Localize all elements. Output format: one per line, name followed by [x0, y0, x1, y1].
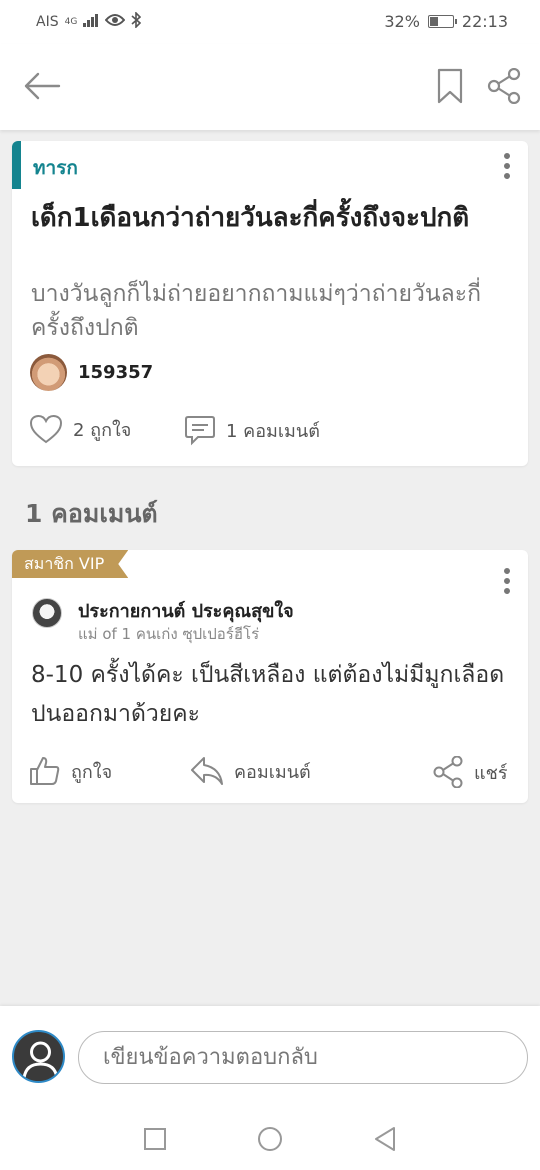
carrier-label: AIS: [36, 14, 59, 30]
comments-heading: 1 คอมเมนต์: [25, 499, 158, 528]
vip-badge: สมาชิก VIP: [12, 550, 128, 578]
battery-percent: 32%: [384, 12, 420, 31]
comment-more-button[interactable]: [500, 566, 514, 596]
category-accent-bar: [12, 141, 21, 189]
app-header: [0, 44, 540, 130]
more-dot: [504, 578, 510, 584]
recents-button[interactable]: [140, 1124, 170, 1154]
status-right: 32% 22:13: [384, 12, 508, 31]
author-name[interactable]: 159357: [78, 362, 153, 383]
more-dot: [504, 588, 510, 594]
thumbs-up-icon: [30, 757, 60, 785]
reply-bar: [0, 1006, 540, 1108]
signal-icon: [83, 13, 99, 31]
heart-icon: [29, 414, 63, 444]
commenter-subtitle: แม่ of 1 คนเก่ง ซุปเปอร์ฮีโร่: [78, 625, 260, 643]
comment-like-button[interactable]: ถูกใจ: [29, 756, 112, 786]
post-like-button[interactable]: 2 ถูกใจ: [29, 414, 131, 444]
comment-text: 8-10 ครั้งได้คะ เป็นสีเหลือง แต่ต้องไม่ม…: [31, 662, 505, 727]
comment-like-label: ถูกใจ: [71, 761, 113, 783]
post-body: บางวันลูกก็ไม่ถ่ายอยากถามแม่ๆว่าถ่ายวันล…: [31, 281, 482, 341]
bluetooth-icon: [131, 11, 142, 32]
circle-icon: [258, 1127, 282, 1151]
comment-share-label: แชร์: [474, 762, 508, 784]
bookmark-icon: [437, 68, 463, 104]
post-card: ทารก เด็ก1เดือนกว่าถ่ายวันละกี่ครั้งถึงจ…: [12, 141, 528, 466]
post-comment-label: 1 คอมเมนต์: [226, 420, 320, 442]
comment-reply-label: คอมเมนต์: [234, 761, 311, 783]
back-nav-button[interactable]: [370, 1124, 400, 1154]
status-left: AIS 4G: [36, 11, 142, 32]
eye-icon: [104, 13, 126, 31]
comment-share-button[interactable]: แชร์: [432, 756, 508, 788]
user-avatar[interactable]: [12, 1030, 65, 1083]
home-button[interactable]: [255, 1124, 285, 1154]
battery-fill: [429, 17, 438, 26]
post-comment-button[interactable]: 1 คอมเมนต์: [184, 414, 320, 446]
reply-input[interactable]: [78, 1031, 528, 1084]
post-title: เด็ก1เดือนกว่าถ่ายวันละกี่ครั้งถึงจะปกติ: [31, 203, 470, 233]
network-label: 4G: [64, 17, 78, 27]
comment-card: สมาชิก VIP ประกายกานต์ ประคุณสุขใจ แม่ o…: [12, 550, 528, 803]
more-dot: [504, 173, 510, 179]
more-dot: [504, 153, 510, 159]
more-dot: [504, 163, 510, 169]
share-icon: [487, 68, 521, 104]
more-dot: [504, 568, 510, 574]
share-icon: [433, 756, 463, 788]
post-like-label: 2 ถูกใจ: [73, 419, 132, 441]
comment-reply-button[interactable]: คอมเมนต์: [190, 756, 311, 786]
square-icon: [144, 1128, 166, 1150]
reply-arrow-icon: [191, 757, 223, 785]
status-bar: AIS 4G 32% 22:13: [0, 0, 540, 44]
commenter-name[interactable]: ประกายกานต์ ประคุณสุขใจ: [78, 596, 294, 625]
bookmark-button[interactable]: [428, 64, 472, 108]
share-button[interactable]: [482, 64, 526, 108]
post-category[interactable]: ทารก: [33, 153, 78, 183]
commenter-avatar[interactable]: [32, 598, 62, 628]
post-more-button[interactable]: [500, 151, 514, 181]
triangle-back-icon: [375, 1127, 395, 1151]
system-nav-bar: [0, 1108, 540, 1170]
clock: 22:13: [461, 12, 508, 31]
back-button[interactable]: [20, 64, 64, 108]
user-silhouette-icon: [22, 1041, 59, 1079]
battery-icon: [427, 15, 457, 28]
comment-bubble-icon: [185, 416, 215, 446]
author-avatar[interactable]: [30, 354, 67, 391]
back-arrow-icon: [24, 72, 61, 100]
